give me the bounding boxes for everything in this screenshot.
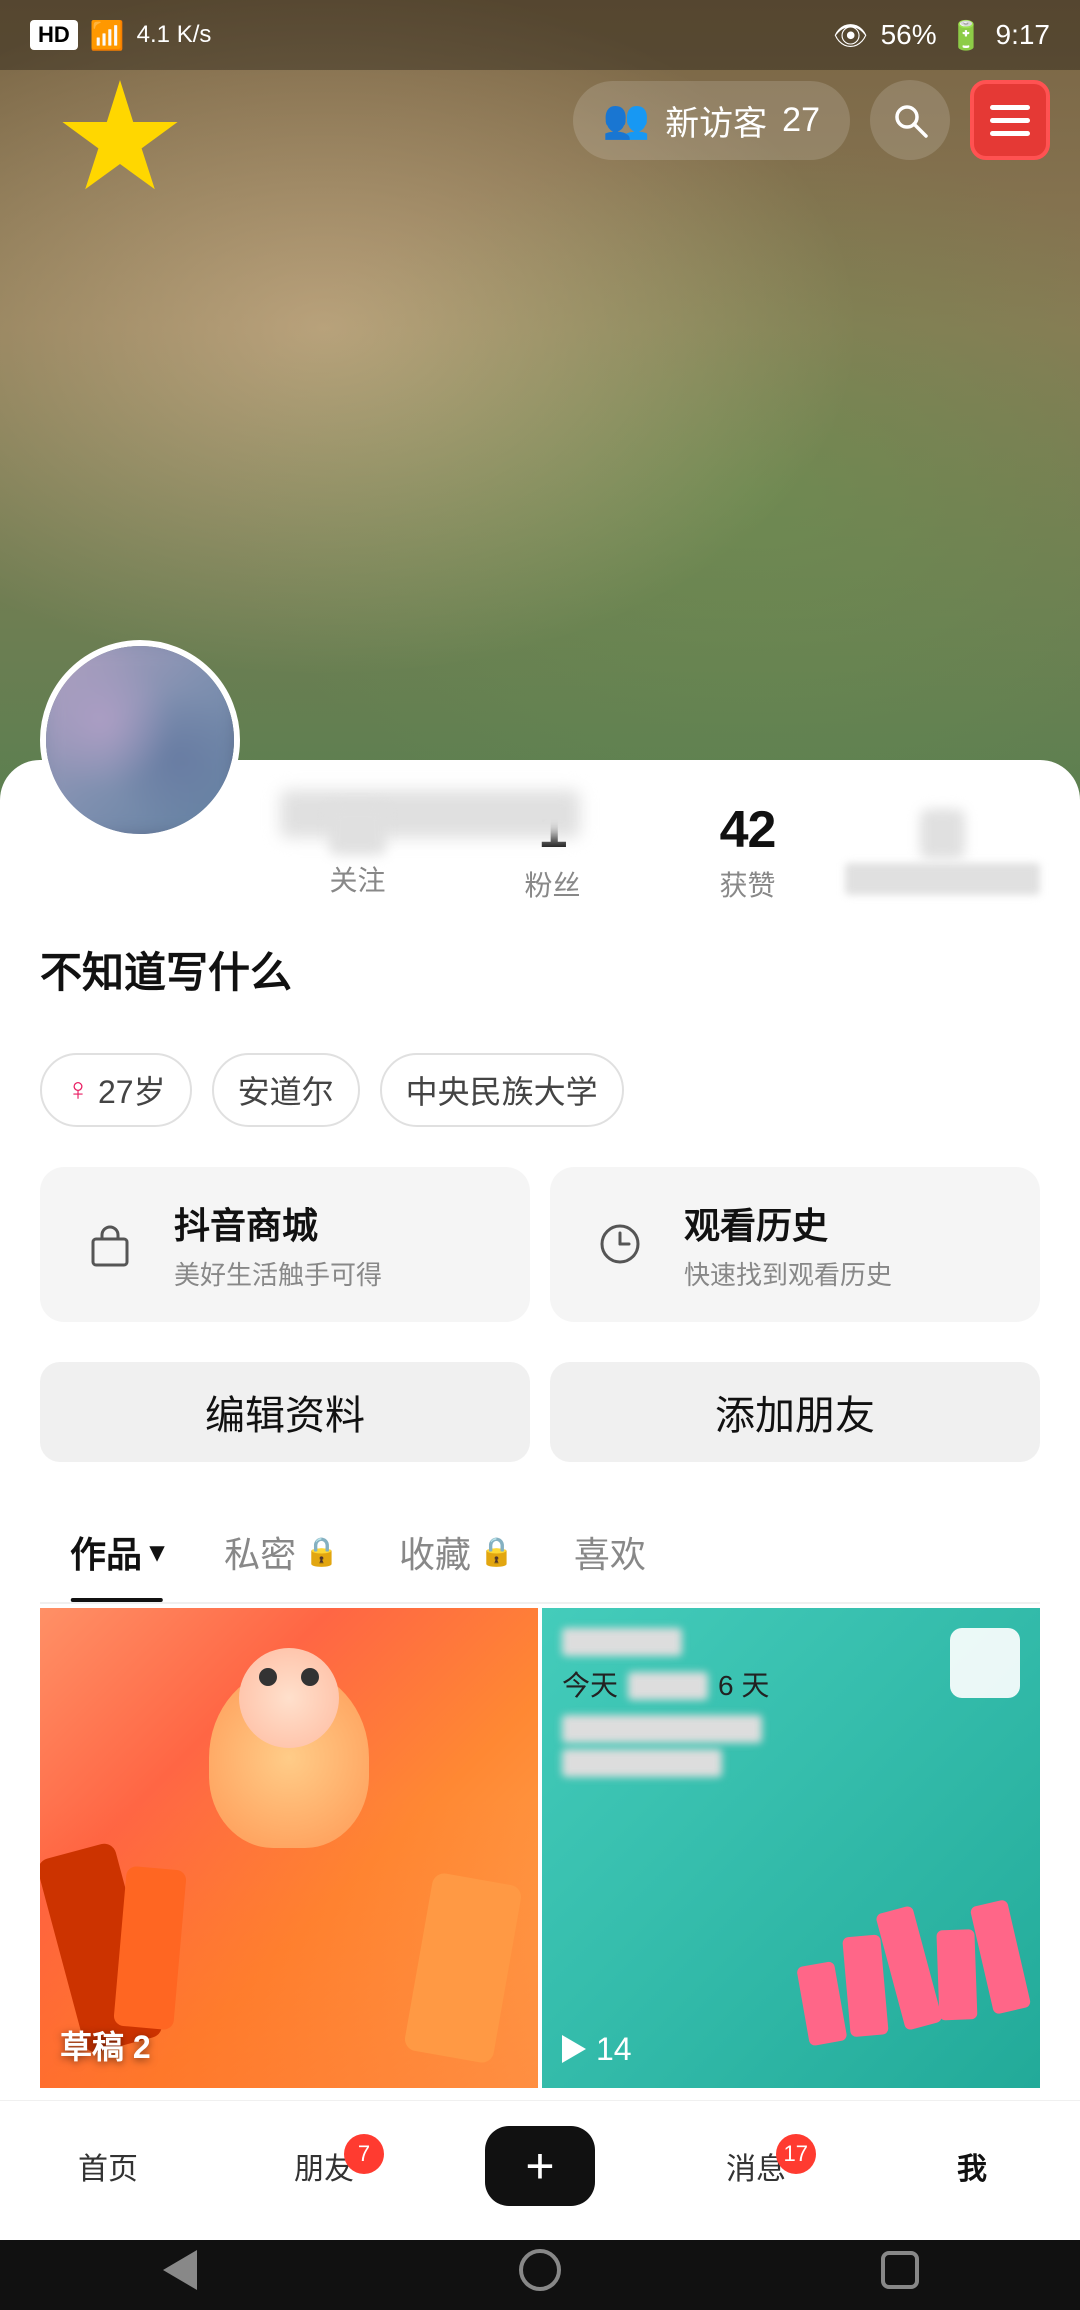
video-grid: 草稿 2 今天 6 天 [40, 1608, 1040, 2088]
home-icon [519, 2249, 561, 2291]
eye-icon: 👁 [833, 19, 869, 52]
nav-me-label: 我 [957, 2144, 987, 2188]
user-info-card: 关注 1 粉丝 42 获赞 不知道写什么 ♀ 27岁 安道尔 中央民族大学 [0, 760, 1080, 2240]
tab-private-label: 私密 [224, 1526, 296, 1578]
school-label: 中央民族大学 [406, 1067, 598, 1113]
tab-works[interactable]: 作品 ▾ [40, 1502, 194, 1602]
visitors-label: 新访客 [665, 96, 767, 145]
location-label: 安道尔 [238, 1067, 334, 1113]
play-count: 14 [596, 2031, 632, 2068]
history-subtitle: 快速找到观看历史 [684, 1255, 1010, 1292]
video-published[interactable]: 今天 6 天 14 [542, 1608, 1040, 2088]
username-blurred [280, 790, 580, 838]
tag-age[interactable]: ♀ 27岁 [40, 1053, 192, 1127]
recents-icon [881, 2251, 919, 2289]
signal-icon: 📶 [90, 19, 125, 52]
back-button[interactable] [150, 2250, 210, 2290]
stat-likes[interactable] [845, 809, 1040, 895]
tab-private-lock: 🔒 [304, 1535, 339, 1568]
status-bar: HD 📶 4.1 K/s 👁 56% 🔋 9:17 [0, 0, 1080, 70]
nav-me[interactable]: 我 [912, 2144, 1032, 2188]
shop-title: 抖音商城 [174, 1197, 500, 1249]
tab-private[interactable]: 私密 🔒 [194, 1502, 369, 1602]
history-icon [580, 1204, 660, 1284]
search-button[interactable] [870, 80, 950, 160]
menu-line-2 [990, 118, 1030, 123]
avatar[interactable] [40, 640, 240, 840]
tab-works-arrow: ▾ [150, 1535, 164, 1568]
back-icon [163, 2250, 197, 2290]
time-display: 9:17 [996, 19, 1051, 51]
visitors-button[interactable]: 👥 新访客 27 [573, 81, 850, 160]
draft-overlay: 草稿 2 [60, 2022, 151, 2068]
shop-subtitle: 美好生活触手可得 [174, 1255, 500, 1292]
home-button[interactable] [510, 2250, 570, 2290]
messages-badge: 17 [776, 2134, 816, 2174]
tab-favorites-lock: 🔒 [479, 1535, 514, 1568]
stat-blurred-val [920, 809, 965, 859]
history-card[interactable]: 观看历史 快速找到观看历史 [550, 1167, 1040, 1322]
shop-card[interactable]: 抖音商城 美好生活触手可得 [40, 1167, 530, 1322]
wifi-speed: 4.1 K/s [137, 21, 212, 49]
nav-create[interactable]: + [480, 2126, 600, 2206]
v2-text-overlay: 今天 6 天 [562, 1628, 1020, 1777]
stat-followers2[interactable]: 42 获赞 [650, 800, 845, 904]
age-label: 27岁 [98, 1067, 166, 1113]
battery-level: 56% [881, 19, 937, 51]
shop-icon [70, 1204, 150, 1284]
visitors-icon: 👥 [603, 98, 650, 142]
tag-location[interactable]: 安道尔 [212, 1053, 360, 1127]
nav-friends[interactable]: 朋友 7 [264, 2144, 384, 2188]
battery-icon: 🔋 [949, 19, 984, 52]
likes-value: 42 [650, 800, 845, 860]
bottom-navigation: 首页 朋友 7 + 消息 17 我 [0, 2100, 1080, 2230]
search-icon [890, 100, 930, 140]
domino-shapes [789, 1889, 1028, 2046]
tab-favorites[interactable]: 收藏 🔒 [369, 1502, 544, 1602]
status-left: HD 📶 4.1 K/s [30, 19, 211, 52]
create-button[interactable]: + [485, 2126, 595, 2206]
status-right: 👁 56% 🔋 9:17 [833, 19, 1050, 52]
recents-button[interactable] [870, 2250, 930, 2290]
history-title: 观看历史 [684, 1197, 1010, 1249]
following-value [329, 805, 385, 855]
friends-badge: 7 [344, 2134, 384, 2174]
visitors-count: 27 [782, 101, 820, 140]
video-draft[interactable]: 草稿 2 [40, 1608, 538, 2088]
plus-icon: + [525, 2141, 554, 2191]
bio-text: 不知道写什么 [40, 949, 292, 996]
tab-works-label: 作品 [70, 1526, 142, 1578]
nav-home-label: 首页 [78, 2144, 138, 2188]
play-icon [562, 2035, 586, 2063]
system-navigation-bar [0, 2230, 1080, 2310]
tab-likes[interactable]: 喜欢 [544, 1502, 676, 1602]
tag-school[interactable]: 中央民族大学 [380, 1053, 624, 1127]
feature-row: 抖音商城 美好生活触手可得 观看历史 快速找到观看历史 [40, 1167, 1040, 1322]
gender-icon: ♀ [66, 1071, 90, 1108]
tab-likes-label: 喜欢 [574, 1526, 646, 1578]
menu-button[interactable] [970, 80, 1050, 160]
play-count-badge: 14 [562, 2031, 632, 2068]
add-friend-button[interactable]: 添加朋友 [550, 1362, 1040, 1462]
action-buttons-row: 编辑资料 添加朋友 [40, 1362, 1040, 1462]
edit-profile-button[interactable]: 编辑资料 [40, 1362, 530, 1462]
top-action-bar: 👥 新访客 27 [0, 70, 1080, 170]
tags-row: ♀ 27岁 安道尔 中央民族大学 [40, 1053, 1040, 1127]
nav-home[interactable]: 首页 [48, 2144, 168, 2188]
tabs-row: 作品 ▾ 私密 🔒 收藏 🔒 喜欢 [40, 1502, 1040, 1604]
nav-messages[interactable]: 消息 17 [696, 2144, 816, 2188]
bio-section: 不知道写什么 [40, 924, 1040, 1033]
hd-badge: HD [30, 20, 78, 50]
tab-favorites-label: 收藏 [399, 1526, 471, 1578]
menu-line-1 [990, 105, 1030, 110]
menu-line-3 [990, 131, 1030, 136]
